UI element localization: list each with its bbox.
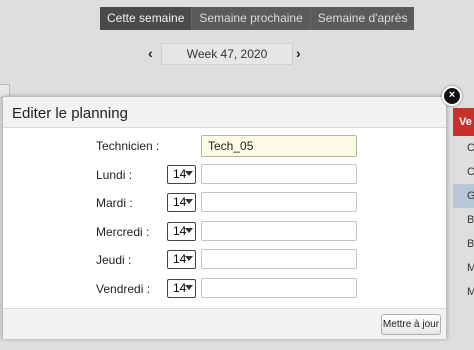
week-label: Week 47, 2020	[161, 43, 293, 65]
tab-next-week[interactable]: Semaine prochaine	[192, 7, 311, 30]
tab-week-after[interactable]: Semaine d'après	[310, 7, 415, 30]
technician-input[interactable]: Tech_05	[201, 135, 357, 157]
update-button[interactable]: Mettre à jour	[381, 314, 441, 335]
day-label: Lundi :	[96, 168, 133, 182]
chevron-down-icon	[185, 199, 193, 204]
hour-select[interactable]: 14	[167, 165, 196, 184]
background-table-column: Ve C C Gl B B M M	[453, 108, 474, 350]
table-cell: C	[467, 142, 474, 154]
edit-planning-modal: Editer le planning Technicien : Tech_05 …	[2, 96, 447, 339]
table-cell: M	[467, 262, 474, 274]
close-icon[interactable]: ×	[442, 86, 462, 106]
day-label: Mardi :	[96, 196, 133, 210]
day-text-input[interactable]	[201, 221, 357, 241]
day-text-input[interactable]	[201, 164, 357, 184]
chevron-down-icon	[185, 285, 193, 290]
table-cell: M	[467, 286, 474, 298]
modal-header: Editer le planning	[3, 97, 446, 128]
tab-this-week[interactable]: Cette semaine	[100, 7, 193, 30]
day-label: Mercredi :	[96, 225, 150, 239]
day-row-monday: Lundi : 14	[3, 164, 446, 188]
hour-select[interactable]: 14	[167, 250, 196, 269]
hour-select[interactable]: 14	[167, 279, 196, 298]
day-label: Vendredi :	[96, 282, 151, 296]
week-navigator: ‹ Week 47, 2020 ›	[148, 43, 308, 65]
hour-select[interactable]: 14	[167, 222, 196, 241]
day-label: Jeudi :	[96, 253, 132, 267]
modal-title: Editer le planning	[12, 105, 128, 122]
chevron-right-icon[interactable]: ›	[296, 43, 301, 63]
table-cell: Gl	[453, 184, 474, 208]
day-text-input[interactable]	[201, 278, 357, 298]
week-tabs: Cette semaine Semaine prochaine Semaine …	[100, 7, 415, 30]
chevron-left-icon[interactable]: ‹	[148, 43, 153, 63]
table-cell: B	[467, 238, 474, 250]
day-row-wednesday: Mercredi : 14	[3, 221, 446, 245]
day-row-tuesday: Mardi : 14	[3, 192, 446, 216]
technician-row: Technicien : Tech_05	[3, 135, 446, 159]
modal-footer: Mettre à jour	[3, 308, 446, 339]
chevron-down-icon	[185, 256, 193, 261]
day-text-input[interactable]	[201, 249, 357, 269]
hour-select[interactable]: 14	[167, 193, 196, 212]
day-row-thursday: Jeudi : 14	[3, 249, 446, 273]
chevron-down-icon	[185, 171, 193, 176]
modal-body: Technicien : Tech_05 Lundi : 14 Mardi : …	[3, 128, 446, 308]
table-cell: C	[467, 166, 474, 178]
chevron-down-icon	[185, 228, 193, 233]
day-text-input[interactable]	[201, 192, 357, 212]
table-header-cell: Ve	[453, 108, 474, 136]
table-cell: B	[467, 214, 474, 226]
day-row-friday: Vendredi : 14	[3, 278, 446, 302]
technician-label: Technicien :	[96, 139, 160, 153]
